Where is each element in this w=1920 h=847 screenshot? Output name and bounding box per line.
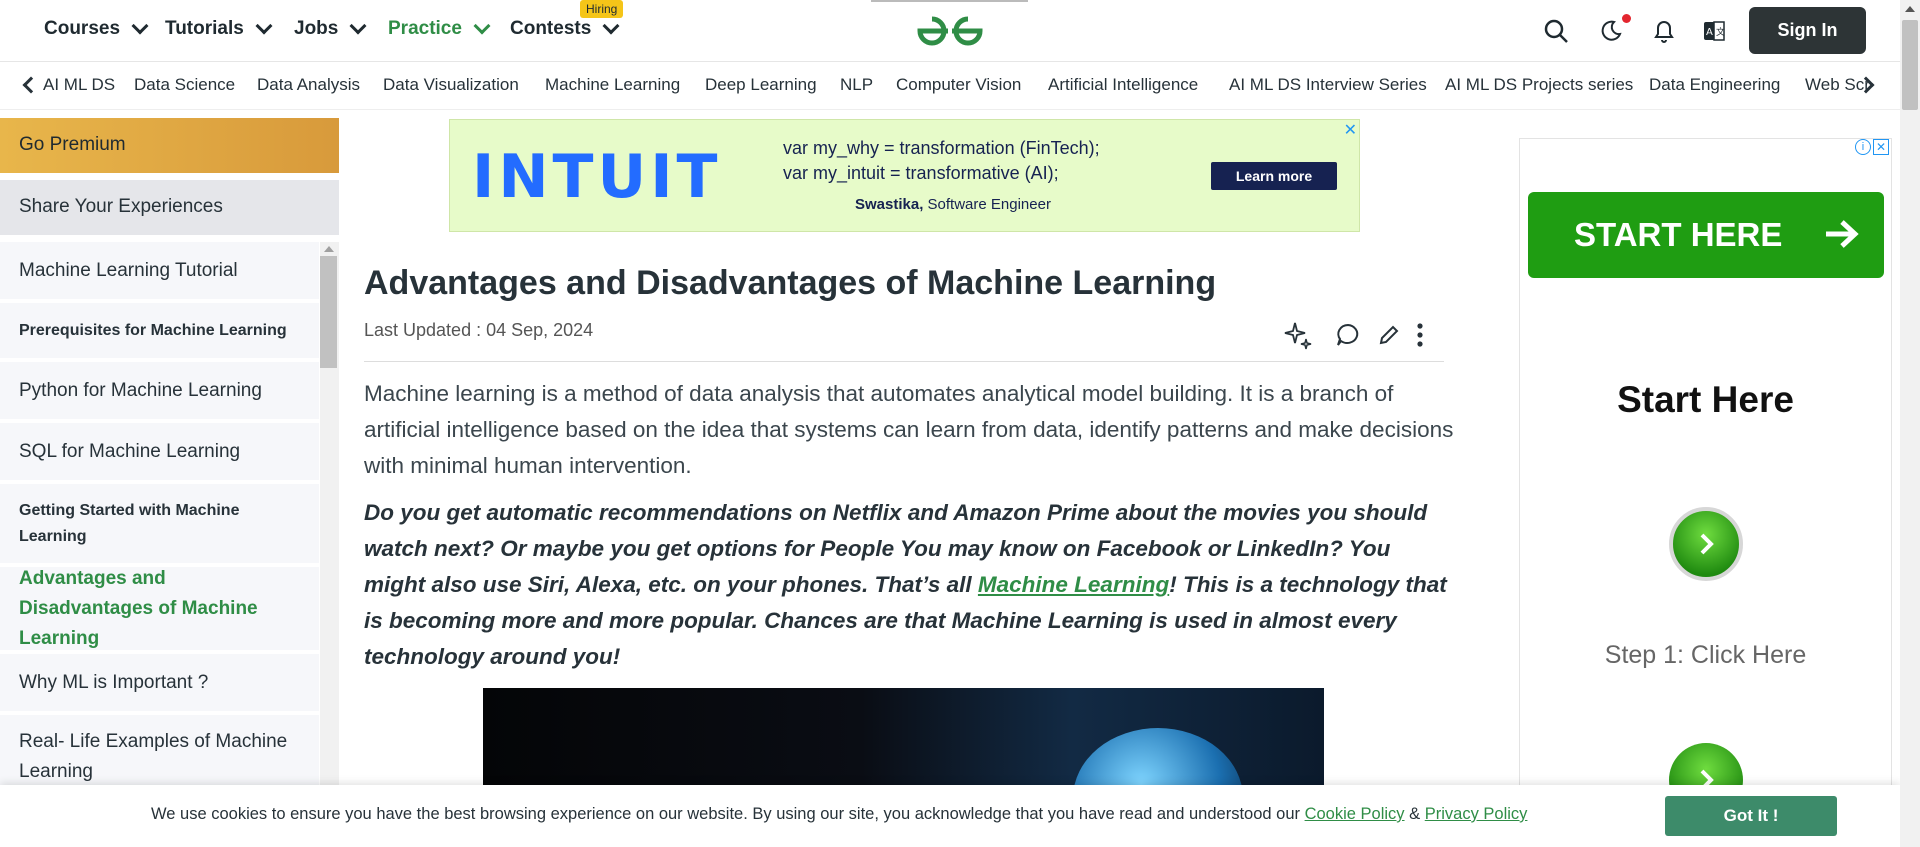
chevron-down-icon [131,17,149,35]
sidebar-item-sql[interactable]: SQL for Machine Learning [0,423,319,484]
hiring-badge: Hiring [580,0,624,18]
search-icon[interactable] [1541,16,1571,46]
cookie-amp: & [1404,805,1425,823]
ad-code-line-2: var my_intuit = transformative (AI); [783,163,1059,183]
article-title: Advantages and Disadvantages of Machine … [364,264,1217,302]
start-here-button-label: START HERE [1574,216,1783,253]
hero-ai-head-graphic [1073,728,1243,788]
edit-pencil-icon[interactable] [1374,320,1404,350]
nav-contests[interactable]: Contests [510,17,620,40]
sidebar-item-prerequisites[interactable]: Prerequisites for Machine Learning [0,303,319,362]
chevron-down-icon [255,17,273,35]
sidebar-list: Machine Learning Tutorial Prerequisites … [0,242,319,803]
last-updated: Last Updated : 04 Sep, 2024 [364,320,594,340]
start-here-button[interactable]: START HERE [1528,192,1884,278]
ad-caption: Swastika, Software Engineer [855,196,1051,213]
subnav-item[interactable]: Data Visualization [383,75,519,95]
nav-courses[interactable]: Courses [44,17,149,40]
intuit-logo: INTUIT [472,142,722,212]
subnav-item[interactable]: Machine Learning [545,75,680,95]
svg-text:文: 文 [1716,26,1725,38]
article-highlight-paragraph: Do you get automatic recommendations on … [364,495,1454,675]
share-experiences-button[interactable]: Share Your Experiences [0,180,339,235]
subnav-item[interactable]: Artificial Intelligence [1048,75,1198,95]
translate-icon[interactable]: A文 [1699,16,1729,46]
privacy-policy-link[interactable]: Privacy Policy [1425,805,1528,823]
chevron-down-icon [349,17,367,35]
subnav-item[interactable]: Data Engineering [1649,75,1780,95]
sidebar-item-python[interactable]: Python for Machine Learning [0,362,319,423]
chevron-down-icon [602,17,620,35]
sign-in-button[interactable]: Sign In [1749,7,1866,54]
subnav-item[interactable]: Computer Vision [896,75,1021,95]
nav-tutorials[interactable]: Tutorials [165,17,273,40]
nav-practice[interactable]: Practice [388,17,491,40]
machine-learning-link[interactable]: Machine Learning [978,572,1169,597]
nav-jobs-label: Jobs [294,18,339,39]
subnav-item[interactable]: AI ML DS [43,75,115,95]
svg-text:A: A [1706,27,1713,38]
article-hero-image [483,688,1324,788]
cookie-message: We use cookies to ensure you have the be… [151,805,1305,823]
page-scrollbar-thumb[interactable] [1902,20,1918,110]
subnav-item[interactable]: Deep Learning [705,75,817,95]
arrow-right-icon [1826,220,1859,248]
category-subnav: AI ML DS Data Science Data Analysis Data Vi… [0,62,1900,110]
scroll-up-arrow-icon[interactable] [1905,6,1915,12]
more-options-icon[interactable] [1405,320,1435,350]
notification-dot [1622,14,1631,23]
nav-contests-label: Contests [510,18,592,39]
chevron-left-icon[interactable] [22,76,40,94]
subnav-item[interactable]: Data Analysis [257,75,360,95]
got-it-button[interactable]: Got It ! [1665,796,1837,836]
ai-sparkle-icon[interactable] [1283,320,1313,350]
right-sidebar-ad[interactable]: i ✕ START HERE Start Here Step 1: Click … [1519,138,1892,847]
ad-code-line-1: var my_why = transformation (FinTech); [783,138,1100,158]
top-navbar: Courses Tutorials Jobs Practice Contests… [0,0,1900,62]
cookie-consent-bar: We use cookies to ensure you have the be… [0,785,1900,847]
learn-more-button[interactable]: Learn more [1211,162,1337,190]
page: Courses Tutorials Jobs Practice Contests… [0,0,1920,847]
sidebar-item-ml-tutorial[interactable]: Machine Learning Tutorial [0,242,319,303]
cookie-text: We use cookies to ensure you have the be… [151,805,1527,824]
bell-icon[interactable] [1649,16,1679,46]
nav-practice-label: Practice [388,18,462,39]
round-go-button[interactable] [1669,507,1743,581]
chevron-right-icon [1700,533,1714,555]
sidebar-item-why-ml[interactable]: Why ML is Important ? [0,654,319,715]
subnav-item[interactable]: AI ML DS Interview Series [1229,75,1427,95]
sidebar-item-advantages-active[interactable]: Advantages and Disadvantages of Machine … [0,567,319,654]
cookie-policy-link[interactable]: Cookie Policy [1305,805,1405,823]
chevron-down-icon [473,17,491,35]
sidebar-scrollbar-thumb[interactable] [320,256,337,368]
subnav-item[interactable]: Data Science [134,75,235,95]
subnav-item[interactable]: AI ML DS Projects series [1445,75,1633,95]
close-icon[interactable]: ✕ [1344,120,1357,140]
ad-caption-name: Swastika, [855,196,924,213]
article-intro-paragraph: Machine learning is a method of data ana… [364,381,1454,478]
scroll-up-arrow-icon[interactable] [324,246,334,252]
intuit-banner-ad[interactable]: INTUIT var my_why = transformation (FinT… [449,119,1360,232]
step-1-text: Step 1: Click Here [1604,641,1807,669]
ad-caption-role: Software Engineer [923,196,1051,213]
gfg-logo[interactable] [910,10,990,50]
comment-icon[interactable] [1333,320,1363,350]
nav-jobs[interactable]: Jobs [294,17,367,40]
subnav-item[interactable]: NLP [840,75,873,95]
sidebar-item-getting-started[interactable]: Getting Started with Machine Learning [0,484,319,567]
start-here-heading: Start Here [1617,379,1794,420]
page-scrollbar[interactable] [1900,0,1920,847]
nav-tutorials-label: Tutorials [165,18,244,39]
logo-top-bar [871,0,1028,2]
article-divider [364,361,1444,362]
nav-courses-label: Courses [44,18,121,39]
go-premium-button[interactable]: Go Premium [0,118,339,173]
sidebar: Go Premium Share Your Experiences Machin… [0,118,339,847]
ad-choices-icon[interactable]: i ✕ [1855,139,1889,155]
